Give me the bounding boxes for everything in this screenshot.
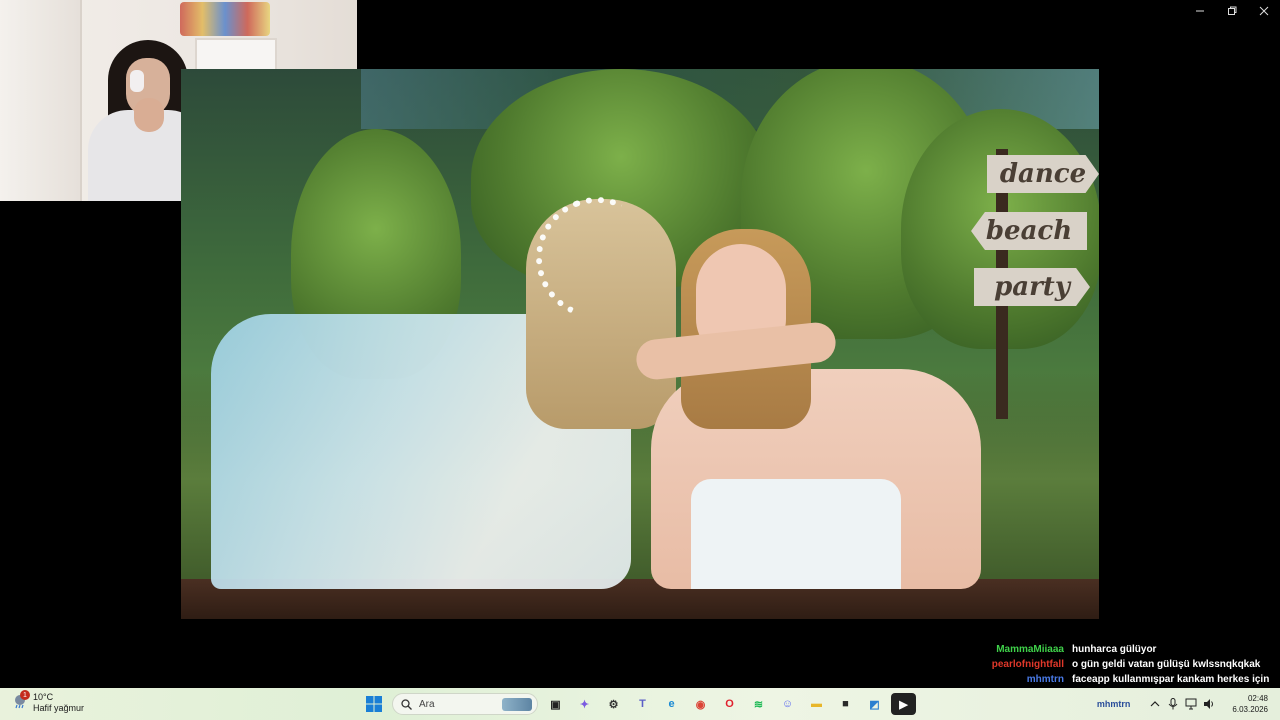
chat-username: mhmtrn	[1026, 674, 1064, 685]
task-view-icon[interactable]: ▣	[543, 693, 568, 715]
edge-icon[interactable]: e	[659, 693, 684, 715]
chat-ghost-username: mhmtrn	[1096, 699, 1131, 709]
notification-badge: 1	[20, 690, 30, 700]
white-top	[691, 479, 901, 589]
restore-icon[interactable]	[1216, 0, 1248, 22]
sign-party: party	[974, 268, 1090, 306]
minimize-icon[interactable]	[1184, 0, 1216, 22]
chat-username: pearlofnightfall	[991, 659, 1064, 670]
pinned-apps: ▣ ✦ ⚙ Te ◉ O ≋ ☺ ▬ ■ ◩ ▶	[543, 693, 916, 715]
headset-icon	[130, 70, 144, 92]
search-icon	[401, 698, 412, 710]
video-player[interactable]: dance beach party	[181, 69, 1099, 619]
chat-username: MammaMiiaaa	[996, 644, 1064, 655]
settings-icon[interactable]: ⚙	[601, 693, 626, 715]
opera-icon[interactable]: O	[717, 693, 742, 715]
weather-widget[interactable]: 1 10°C Hafif yağmur	[12, 690, 85, 714]
sign-beach: beach	[971, 212, 1087, 250]
chat-message: MammaMiiaaa hunharca gülüyor	[986, 642, 1256, 657]
volume-icon[interactable]	[1200, 696, 1218, 712]
microphone-icon[interactable]	[1164, 696, 1182, 712]
weather-temp: 10°C	[33, 692, 54, 702]
close-icon[interactable]	[1248, 0, 1280, 22]
window-controls	[1184, 0, 1280, 22]
search-highlight-image	[502, 698, 532, 711]
chat-overlay: MammaMiiaaa hunharca gülüyor pearlofnigh…	[986, 642, 1270, 687]
taskbar-search[interactable]: Ara	[392, 693, 538, 715]
sign-dance: dance	[987, 155, 1099, 193]
clock[interactable]: 02:48 6.03.2026	[1232, 693, 1268, 715]
terminal-icon[interactable]: ■	[833, 693, 858, 715]
teams-icon[interactable]: T	[630, 693, 655, 715]
webcam-toys	[180, 2, 270, 36]
chrome-icon[interactable]: ◉	[688, 693, 713, 715]
chevron-up-icon[interactable]	[1146, 696, 1164, 712]
copilot-icon[interactable]: ✦	[572, 693, 597, 715]
clock-time: 02:48	[1247, 694, 1268, 703]
weather-condition: Hafif yağmur	[33, 703, 85, 713]
clock-date: 6.03.2026	[1232, 705, 1268, 714]
webcam-door	[0, 0, 82, 201]
windows-icon	[366, 696, 382, 712]
search-placeholder: Ara	[419, 698, 435, 710]
network-icon[interactable]	[1182, 696, 1200, 712]
system-tray: mhmtrn 02:48 6.03.2026	[1097, 688, 1280, 720]
chat-text: faceapp kullanmışpar kankam herkes için	[1072, 674, 1270, 685]
taskbar: 1 10°C Hafif yağmur Ara ▣ ✦ ⚙ Te ◉ O ≋ ☺ ▬ ■ ◩ ▶ mh…	[0, 688, 1280, 720]
file-explorer-icon[interactable]: ▬	[804, 693, 829, 715]
start-button[interactable]	[366, 696, 382, 717]
media-player-icon[interactable]: ▶	[891, 693, 916, 715]
chat-text: hunharca gülüyor	[1072, 644, 1157, 655]
spotify-icon[interactable]: ≋	[746, 693, 771, 715]
photos-icon[interactable]: ◩	[862, 693, 887, 715]
chat-message: pearlofnightfall o gün geldi vatan gülüş…	[986, 657, 1261, 672]
chat-message: mhmtrn faceapp kullanmışpar kankam herke…	[986, 672, 1270, 687]
discord-icon[interactable]: ☺	[775, 693, 800, 715]
chat-text: o gün geldi vatan gülüşü kwlssnqkqkak	[1072, 659, 1261, 670]
